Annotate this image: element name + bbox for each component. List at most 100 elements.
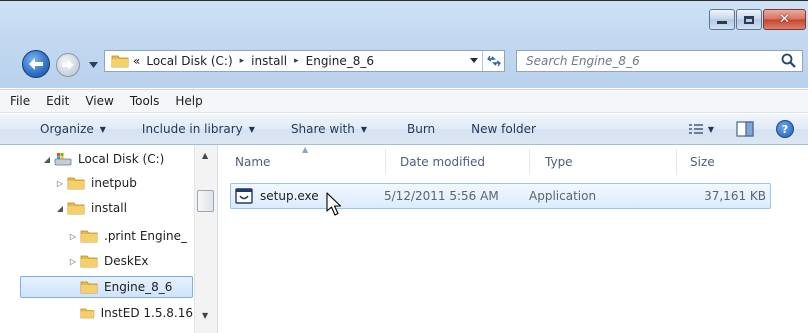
file-list-pane: Name ▲ Date modified Type Size setup.exe… bbox=[219, 145, 808, 333]
column-header-type[interactable]: Type bbox=[529, 145, 669, 178]
maximize-icon bbox=[744, 15, 754, 24]
column-label: Date modified bbox=[400, 154, 486, 169]
menu-edit[interactable]: Edit bbox=[38, 94, 77, 108]
file-type: Application bbox=[529, 189, 597, 203]
forward-button[interactable] bbox=[56, 53, 80, 77]
menu-bar: File Edit View Tools Help bbox=[0, 89, 808, 113]
address-bar[interactable]: « Local Disk (C:) ▸ install ▸ Engine_8_6 bbox=[104, 50, 505, 72]
change-view-icon[interactable] bbox=[688, 122, 704, 136]
navigation-pane: ◢ Local Disk (C:) ▷ inetpub ◢ install ▷ … bbox=[0, 145, 218, 333]
tree-item-print-engine[interactable]: ▷ .print Engine_ bbox=[66, 225, 187, 247]
chevron-down-icon: ▼ bbox=[360, 124, 367, 134]
folder-icon bbox=[80, 230, 98, 243]
help-icon: ? bbox=[781, 122, 789, 136]
column-label: Size bbox=[690, 154, 715, 169]
folder-icon bbox=[67, 177, 85, 190]
refresh-button[interactable] bbox=[482, 51, 504, 71]
expand-toggle[interactable]: ▷ bbox=[66, 257, 80, 266]
help-button[interactable]: ? bbox=[776, 120, 794, 138]
tree-item-label: Local Disk (C:) bbox=[78, 152, 165, 166]
tree-item-label: .print Engine_ bbox=[104, 229, 187, 243]
burn-label: Burn bbox=[407, 122, 436, 136]
column-label: Type bbox=[545, 154, 573, 169]
refresh-icon bbox=[486, 55, 501, 67]
recent-locations-dropdown[interactable] bbox=[89, 62, 99, 70]
tree-item-local-disk[interactable]: ◢ Local Disk (C:) bbox=[40, 148, 164, 170]
menu-tools[interactable]: Tools bbox=[122, 94, 168, 108]
new-folder-label: New folder bbox=[471, 122, 536, 136]
file-date-modified: 5/12/2011 5:56 AM bbox=[384, 189, 499, 203]
tree-item-label: DeskEx bbox=[104, 254, 149, 268]
folder-icon bbox=[80, 255, 98, 268]
menu-help[interactable]: Help bbox=[167, 94, 210, 108]
address-history-dropdown[interactable] bbox=[470, 56, 478, 66]
breadcrumb-install[interactable]: install bbox=[251, 54, 287, 68]
breadcrumb-local-disk[interactable]: Local Disk (C:) bbox=[146, 54, 232, 68]
chevron-down-icon: ▼ bbox=[248, 124, 255, 134]
tree-item-label: install bbox=[91, 201, 127, 215]
new-folder-button[interactable]: New folder bbox=[449, 122, 550, 136]
file-name-cell[interactable]: setup.exe bbox=[235, 184, 319, 208]
column-header-date-modified[interactable]: Date modified bbox=[384, 145, 529, 178]
expand-toggle[interactable]: ▷ bbox=[53, 179, 67, 188]
menu-file[interactable]: File bbox=[0, 94, 38, 108]
expand-toggle[interactable]: ▷ bbox=[66, 232, 80, 241]
scroll-up-icon[interactable]: ▲ bbox=[202, 151, 208, 160]
forward-arrow-icon bbox=[62, 60, 74, 70]
menu-view[interactable]: View bbox=[77, 94, 121, 108]
scroll-down-icon[interactable]: ▼ bbox=[202, 311, 208, 320]
search-box[interactable]: Search Engine_8_6 bbox=[516, 50, 803, 72]
scroll-thumb[interactable] bbox=[197, 190, 214, 212]
breadcrumb-engine[interactable]: Engine_8_6 bbox=[306, 54, 374, 68]
command-bar: Organize ▼ Include in library ▼ Share wi… bbox=[0, 114, 808, 145]
window-top-edge bbox=[0, 0, 808, 1]
tree-item-insted[interactable]: InstED 1.5.8.16 bbox=[80, 302, 193, 324]
window-controls: ✕ bbox=[708, 9, 806, 30]
minimize-icon bbox=[717, 21, 727, 24]
collapse-toggle[interactable]: ◢ bbox=[53, 204, 67, 213]
search-input[interactable]: Search Engine_8_6 bbox=[517, 54, 780, 68]
tree-item-inetpub[interactable]: ▷ inetpub bbox=[53, 172, 137, 194]
burn-button[interactable]: Burn bbox=[381, 122, 449, 136]
tree-item-label: Engine_8_6 bbox=[104, 280, 173, 294]
column-label: Name bbox=[235, 154, 271, 169]
file-row[interactable]: setup.exe 5/12/2011 5:56 AM Application … bbox=[230, 183, 771, 209]
tree-item-label: inetpub bbox=[91, 176, 137, 190]
breadcrumb-separator[interactable]: ▸ bbox=[240, 56, 245, 66]
sort-ascending-icon: ▲ bbox=[302, 145, 309, 154]
explorer-window: ✕ « Local Disk (C:) ▸ install ▸ Engine_8… bbox=[0, 0, 808, 333]
back-button[interactable] bbox=[22, 50, 50, 78]
share-with-button[interactable]: Share with ▼ bbox=[269, 122, 381, 136]
folder-icon bbox=[80, 281, 98, 294]
navigation-scrollbar[interactable]: ▲ ▼ bbox=[194, 145, 217, 333]
view-options-dropdown[interactable]: ▼ bbox=[708, 125, 714, 134]
column-header-size[interactable]: Size bbox=[674, 145, 774, 178]
minimize-button[interactable] bbox=[709, 9, 735, 30]
breadcrumb: « Local Disk (C:) ▸ install ▸ Engine_8_6 bbox=[133, 54, 374, 68]
close-button[interactable]: ✕ bbox=[763, 9, 806, 30]
organize-button[interactable]: Organize ▼ bbox=[0, 122, 128, 136]
tree-item-deskex[interactable]: ▷ DeskEx bbox=[66, 250, 149, 272]
maximize-button[interactable] bbox=[736, 9, 762, 30]
include-in-library-label: Include in library bbox=[141, 122, 243, 136]
search-icon[interactable] bbox=[780, 52, 798, 70]
tree-item-engine-8-6[interactable]: Engine_8_6 bbox=[20, 276, 193, 298]
collapse-toggle[interactable]: ◢ bbox=[40, 155, 54, 164]
navigation-bar: « Local Disk (C:) ▸ install ▸ Engine_8_6 bbox=[0, 42, 808, 78]
preview-pane-icon[interactable] bbox=[736, 121, 754, 137]
file-name: setup.exe bbox=[260, 189, 319, 203]
share-with-label: Share with bbox=[290, 122, 355, 136]
include-in-library-button[interactable]: Include in library ▼ bbox=[128, 122, 269, 136]
application-icon bbox=[235, 188, 253, 204]
chevron-down-icon bbox=[89, 62, 98, 68]
breadcrumb-separator[interactable]: ▸ bbox=[294, 56, 299, 66]
column-header-name[interactable]: Name ▲ bbox=[219, 145, 374, 178]
mouse-cursor-icon bbox=[326, 192, 342, 216]
file-size: 37,161 KB bbox=[704, 189, 766, 203]
breadcrumb-overflow[interactable]: « bbox=[133, 54, 140, 68]
folder-icon bbox=[80, 308, 95, 319]
chevron-down-icon: ▼ bbox=[99, 124, 106, 134]
tree-item-install[interactable]: ◢ install bbox=[53, 197, 127, 219]
folder-icon bbox=[67, 202, 85, 215]
back-arrow-icon bbox=[29, 58, 43, 70]
